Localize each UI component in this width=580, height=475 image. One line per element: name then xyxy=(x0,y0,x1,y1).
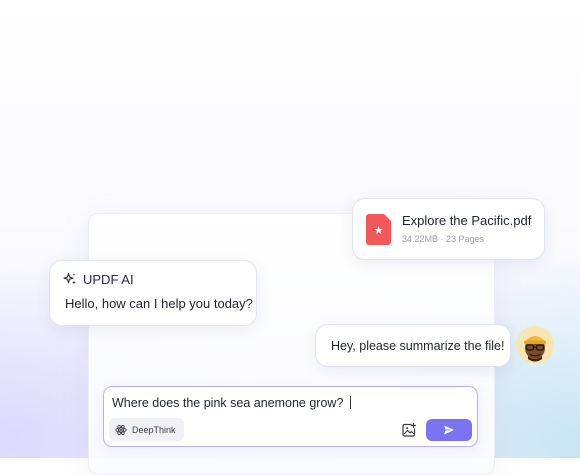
file-meta: 34.22MB · 23 Pages xyxy=(402,234,485,244)
chat-input-box[interactable]: Where does the pink sea anemone grow? De… xyxy=(103,386,478,447)
file-name: Explore the Pacific.pdf xyxy=(402,213,532,228)
atom-icon xyxy=(115,424,127,435)
chat-input-field[interactable]: Where does the pink sea anemone grow? xyxy=(112,396,352,410)
send-button[interactable] xyxy=(426,419,472,441)
deepthink-button[interactable]: DeepThink xyxy=(109,418,184,441)
assistant-name: UPDF AI xyxy=(83,272,134,287)
assistant-greeting: Hello, how can I help you today? xyxy=(65,296,253,311)
sparkle-icon xyxy=(63,272,76,285)
pdf-glyph: ★ xyxy=(373,224,384,237)
memoji-avatar-icon xyxy=(516,326,554,364)
user-avatar xyxy=(516,326,554,364)
user-message-text: Hey, please summarize the file! xyxy=(331,339,505,353)
attached-file-card[interactable]: ★ Explore the Pacific.pdf 34.22MB · 23 P… xyxy=(352,198,545,260)
chat-input-value[interactable]: Where does the pink sea anemone grow? xyxy=(112,396,343,410)
user-message-card: Hey, please summarize the file! xyxy=(315,324,511,367)
text-caret xyxy=(350,396,352,409)
image-upload-icon[interactable] xyxy=(401,422,417,438)
deepthink-label: DeepThink xyxy=(132,424,176,435)
assistant-message-card: UPDF AI Hello, how can I help you today? xyxy=(49,260,257,326)
send-icon xyxy=(444,425,454,435)
